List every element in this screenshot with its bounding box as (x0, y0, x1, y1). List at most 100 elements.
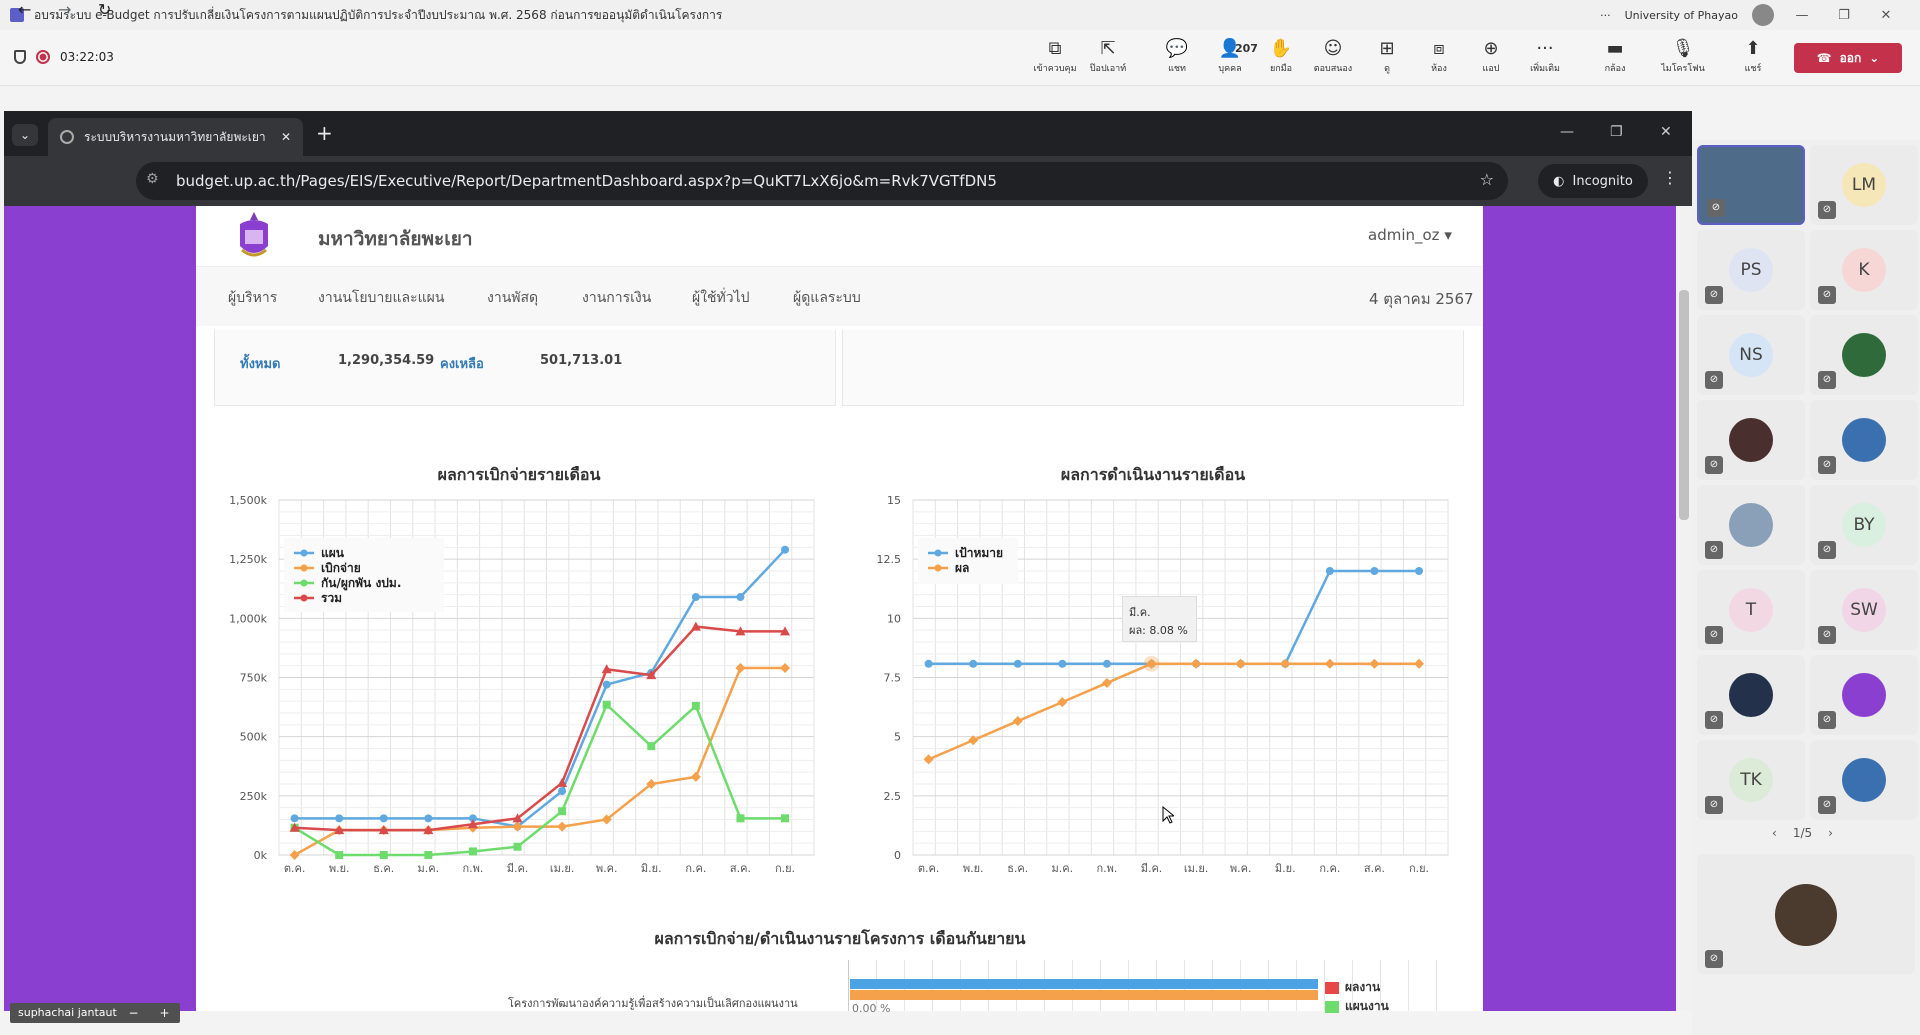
legend-label[interactable]: กัน/ผูกพัน งปม. (321, 576, 401, 591)
university-name[interactable]: มหาวิทยาลัยพะเยา (318, 224, 473, 254)
reload-icon[interactable]: ↻ (98, 0, 111, 19)
data-point[interactable] (969, 659, 978, 668)
pop-out-button[interactable]: ⇱ ป๊อปเอาท์ (1083, 37, 1133, 75)
apps-button[interactable]: ⊕ แอป (1466, 37, 1516, 75)
address-bar[interactable]: ⚙ budget.up.ac.th/Pages/EIS/Executive/Re… (136, 162, 1508, 200)
chevron-right-icon[interactable]: › (1828, 826, 1833, 840)
tab-active[interactable]: ระบบบริหารงานมหาวิทยาลัยพะเยา ✕ (48, 118, 303, 156)
participant-tile[interactable]: BY ⊘ (1810, 485, 1918, 565)
incognito-badge[interactable]: ◐ Incognito (1538, 164, 1648, 198)
scrollbar-thumb[interactable] (1679, 290, 1689, 520)
legend-label[interactable]: ผล (955, 561, 969, 575)
data-point[interactable] (1013, 659, 1022, 668)
chevron-down-icon[interactable]: ⌄ (1869, 51, 1879, 65)
view-button[interactable]: ⊞ ดู (1362, 37, 1412, 75)
nav-item-0[interactable]: ผู้บริหาร (228, 287, 277, 309)
legend-item-result[interactable]: ผลงาน (1325, 978, 1389, 997)
page-scrollbar[interactable] (1676, 206, 1692, 1011)
chat-button[interactable]: 💬 แชท (1152, 37, 1202, 75)
data-point[interactable] (691, 701, 700, 710)
data-point[interactable] (1325, 567, 1334, 575)
data-point[interactable] (781, 814, 790, 823)
data-point[interactable] (335, 814, 344, 823)
data-point[interactable] (424, 851, 433, 859)
share-button[interactable]: ⬆ แชร์ (1728, 37, 1778, 75)
nav-item-5[interactable]: ผู้ดูแลระบบ (793, 287, 861, 309)
star-icon[interactable]: ☆ (1480, 170, 1494, 189)
participant-tile[interactable]: ⊘ (1697, 655, 1805, 735)
participant-tile[interactable]: LM ⊘ (1810, 145, 1918, 225)
raise-hand-button[interactable]: ✋ ยกมือ (1256, 37, 1306, 75)
data-point[interactable] (335, 851, 344, 859)
data-point[interactable] (924, 659, 933, 668)
legend-label[interactable]: เบิกจ่าย (321, 561, 361, 575)
participant-tile[interactable]: NS ⊘ (1697, 315, 1805, 395)
new-tab-icon[interactable]: + (316, 121, 333, 145)
zoom-control[interactable]: − + (118, 1003, 180, 1023)
data-point[interactable] (379, 814, 388, 823)
react-button[interactable]: ☺ ตอบสนอง (1308, 37, 1358, 75)
close-icon[interactable]: ✕ (1872, 8, 1900, 23)
data-point[interactable] (602, 700, 611, 709)
data-point[interactable] (558, 807, 567, 816)
data-point[interactable] (691, 593, 700, 602)
participant-tile[interactable]: ⊘ (1697, 485, 1805, 565)
menu-icon[interactable]: ⋮ (1662, 168, 1678, 187)
participant-tile[interactable]: ⊘ (1810, 315, 1918, 395)
participant-tile[interactable]: ⊘ (1697, 400, 1805, 480)
data-point[interactable] (602, 680, 611, 689)
restore-icon[interactable]: ❐ (1830, 8, 1858, 23)
data-point[interactable] (1415, 567, 1424, 575)
participant-tile[interactable]: T ⊘ (1697, 570, 1805, 650)
close-icon[interactable]: ✕ (1660, 124, 1672, 140)
nav-item-4[interactable]: ผู้ใช้ทั่วไป (692, 287, 750, 309)
take-control-button[interactable]: ⧉ เข้าควบคุม (1030, 37, 1080, 75)
data-point[interactable] (558, 787, 567, 796)
user-menu[interactable]: admin_oz ▾ (1368, 226, 1452, 244)
camera-button[interactable]: ▬ กล้อง (1590, 37, 1640, 75)
participant-tile[interactable]: K ⊘ (1810, 230, 1918, 310)
nav-item-1[interactable]: งานนโยบายและแผน (318, 287, 444, 309)
restore-icon[interactable]: ❐ (1610, 124, 1623, 140)
people-button[interactable]: 👤 207 บุคคล (1205, 37, 1258, 75)
data-point[interactable] (379, 851, 388, 859)
data-point[interactable] (1058, 659, 1067, 668)
bar-plan[interactable] (850, 979, 1318, 989)
data-point[interactable] (1102, 659, 1111, 668)
participant-tile[interactable]: PS ⊘ (1697, 230, 1805, 310)
data-point[interactable] (513, 842, 522, 851)
participant-tile[interactable]: TK ⊘ (1697, 740, 1805, 820)
data-point[interactable] (468, 847, 477, 856)
data-point[interactable] (781, 545, 790, 554)
account-avatar[interactable] (1752, 4, 1774, 26)
data-point[interactable] (736, 814, 745, 823)
data-point[interactable] (290, 814, 299, 823)
back-icon[interactable]: ← (18, 0, 31, 19)
participant-tile[interactable]: ⊘ (1810, 400, 1918, 480)
self-video-tile[interactable]: ⊘ (1697, 854, 1915, 974)
total-label[interactable]: ทั้งหมด (240, 353, 281, 374)
data-point[interactable] (424, 814, 433, 823)
nav-item-2[interactable]: งานพัสดุ (487, 287, 538, 309)
legend-label[interactable]: แผน (321, 546, 345, 560)
chevron-left-icon[interactable]: ‹ (1772, 826, 1777, 840)
zoom-out-icon[interactable]: − (128, 1006, 138, 1020)
minimize-icon[interactable]: — (1788, 8, 1816, 23)
tab-close-icon[interactable]: ✕ (281, 130, 291, 144)
legend-item-plan[interactable]: แผนงาน (1325, 997, 1389, 1016)
participant-tile[interactable]: ⊘ (1697, 145, 1805, 225)
more-button[interactable]: ··· เพิ่มเติม (1520, 37, 1570, 75)
participant-tile[interactable]: ⊘ (1810, 655, 1918, 735)
remain-label[interactable]: คงเหลือ (440, 353, 484, 374)
nav-item-3[interactable]: งานการเงิน (582, 287, 651, 309)
more-options-icon[interactable]: ··· (1600, 9, 1611, 22)
data-point[interactable] (736, 593, 745, 602)
legend-label[interactable]: เป้าหมาย (955, 546, 1003, 560)
bar-disbursed[interactable] (850, 990, 1318, 1000)
participant-tile[interactable]: SW ⊘ (1810, 570, 1918, 650)
data-point[interactable] (647, 742, 656, 751)
participant-tile[interactable]: ⊘ (1810, 740, 1918, 820)
site-info-icon[interactable]: ⚙ (146, 171, 159, 187)
mic-button[interactable]: 🎙 ไมโครโฟน (1658, 37, 1708, 75)
rooms-button[interactable]: ⧈ ห้อง (1414, 37, 1464, 75)
